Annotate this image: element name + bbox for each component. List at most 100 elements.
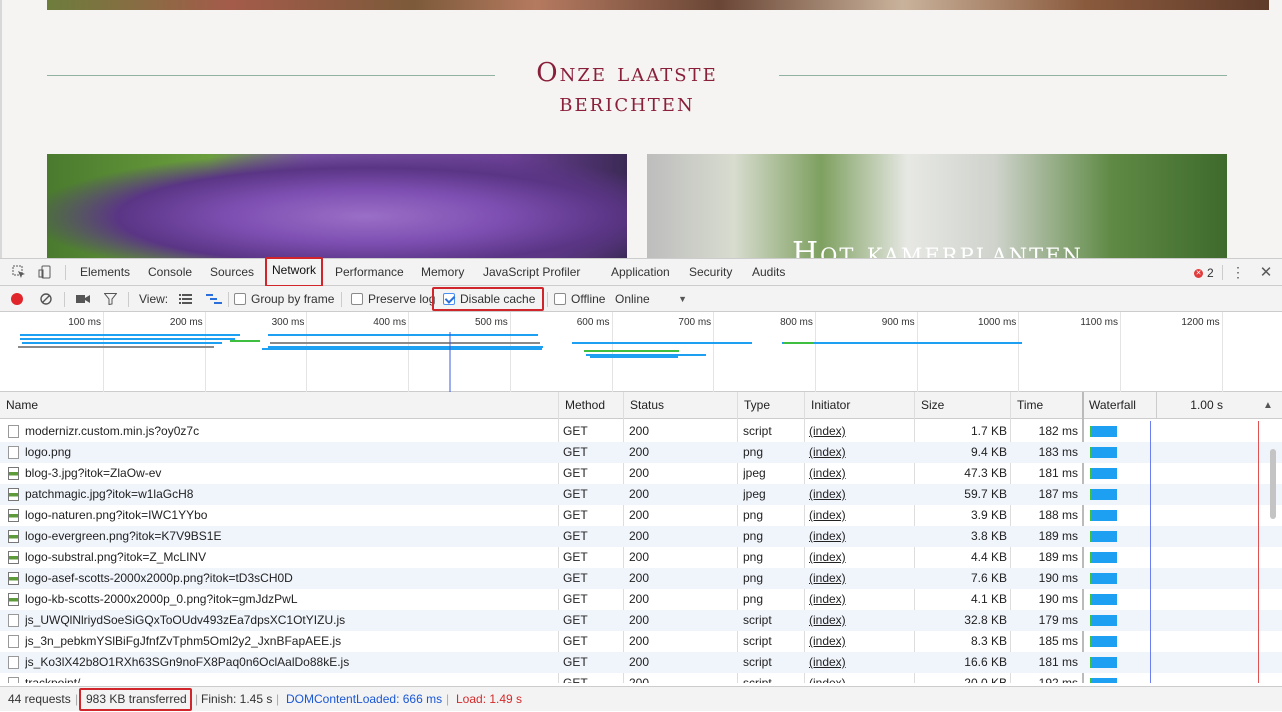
request-method: GET	[563, 676, 588, 683]
request-time: 185 ms	[1038, 634, 1078, 648]
request-initiator[interactable]: (index)	[809, 568, 909, 589]
tab-security[interactable]: Security	[689, 259, 732, 285]
request-initiator[interactable]: (index)	[809, 547, 909, 568]
request-size: 59.7 KB	[964, 487, 1007, 501]
request-row[interactable]: blog-3.jpg?itok=ZlaOw-ev GET 200 jpeg (index…	[0, 463, 1282, 484]
clear-button[interactable]	[40, 286, 52, 312]
request-row[interactable]: js_3n_pebkmYSlBiFgJfnfZvTphm5Oml2y2_JxnB…	[0, 631, 1282, 652]
request-row[interactable]: logo.png GET 200 png (index) 9.4 KB 183 ms	[0, 442, 1282, 463]
request-initiator[interactable]: (index)	[809, 610, 909, 631]
tab-audits[interactable]: Audits	[752, 259, 785, 285]
column-time[interactable]: Time	[1011, 392, 1083, 419]
waterfall-download-bar	[1092, 594, 1117, 605]
offline-checkbox[interactable]: Offline	[554, 286, 605, 312]
request-initiator[interactable]: (index)	[809, 442, 909, 463]
tab-javascript-profiler[interactable]: JavaScript Profiler	[483, 259, 580, 285]
request-type: png	[743, 592, 764, 606]
request-size: 3.8 KB	[970, 529, 1007, 543]
overview-request-bar	[584, 350, 679, 352]
more-options-icon[interactable]: ⋮	[1229, 263, 1247, 281]
column-type[interactable]: Type	[738, 392, 805, 419]
request-row[interactable]: logo-evergreen.png?itok=K7V9BS1E GET 200 pn…	[0, 526, 1282, 547]
tab-elements[interactable]: Elements	[80, 259, 130, 285]
request-initiator[interactable]: (index)	[809, 652, 909, 673]
column-method[interactable]: Method	[559, 392, 624, 419]
request-name: patchmagic.jpg?itok=w1laGcH8	[25, 487, 194, 501]
request-initiator[interactable]: (index)	[809, 484, 909, 505]
sort-up-icon[interactable]: ▲	[1257, 392, 1279, 419]
request-initiator[interactable]: (index)	[809, 421, 909, 442]
tab-memory[interactable]: Memory	[421, 259, 464, 285]
request-status: 200	[629, 676, 650, 683]
overview-button[interactable]	[206, 286, 222, 312]
column-status[interactable]: Status	[624, 392, 738, 419]
overview-request-bar	[230, 340, 260, 342]
devtools-panel: Elements Console Sources Network Perform…	[0, 257, 1282, 711]
column-name[interactable]: Name	[0, 392, 559, 419]
file-icon	[8, 656, 19, 669]
column-initiator[interactable]: Initiator	[805, 392, 915, 419]
request-method: GET	[563, 508, 588, 522]
request-status: 200	[629, 550, 650, 564]
waterfall-download-bar	[1092, 468, 1117, 479]
record-button[interactable]	[11, 286, 23, 312]
toolbar-divider	[228, 292, 229, 307]
file-icon	[8, 446, 19, 459]
request-status: 200	[629, 424, 650, 438]
network-toolbar: View: Group by frame Preserve log Disabl…	[0, 286, 1282, 312]
tab-sources[interactable]: Sources	[210, 259, 254, 285]
request-initiator[interactable]: (index)	[809, 526, 909, 547]
device-toolbar-icon[interactable]	[36, 263, 54, 281]
request-method: GET	[563, 613, 588, 627]
screenshot-button[interactable]	[76, 286, 90, 312]
request-initiator[interactable]: (index)	[809, 631, 909, 652]
view-label: View:	[139, 292, 169, 306]
table-scrollbar[interactable]	[1268, 421, 1278, 683]
preserve-log-checkbox[interactable]: Preserve log	[351, 286, 435, 312]
request-initiator[interactable]: (index)	[809, 673, 909, 683]
request-row[interactable]: modernizr.custom.min.js?oy0z7c GET 200 scri…	[0, 421, 1282, 442]
request-name: trackpoint/	[25, 676, 81, 683]
request-name: js_3n_pebkmYSlBiFgJfnfZvTphm5Oml2y2_JxnB…	[25, 634, 342, 648]
tab-application[interactable]: Application	[611, 259, 670, 285]
checkbox-box	[234, 293, 246, 305]
tabbar-divider	[65, 265, 66, 280]
throttling-select[interactable]: Online ▼	[615, 286, 687, 312]
inspect-element-icon[interactable]	[10, 263, 28, 281]
request-time: 190 ms	[1038, 571, 1078, 585]
request-row[interactable]: trackpoint/GET 200 script (index) 20.0 KB 192…	[0, 673, 1282, 683]
request-row[interactable]: patchmagic.jpg?itok=w1laGcH8 GET 200 jpeg (i…	[0, 484, 1282, 505]
column-size[interactable]: Size	[915, 392, 1011, 419]
request-initiator[interactable]: (index)	[809, 463, 909, 484]
tab-performance[interactable]: Performance	[335, 259, 404, 285]
tab-network[interactable]: Network	[265, 257, 324, 287]
request-size: 9.4 KB	[970, 445, 1007, 459]
request-type: png	[743, 508, 764, 522]
post-image-allium[interactable]	[47, 154, 627, 258]
column-waterfall[interactable]: Waterfall	[1083, 392, 1157, 419]
group-by-frame-checkbox[interactable]: Group by frame	[234, 286, 334, 312]
request-count: 44 requests	[8, 692, 71, 706]
request-row[interactable]: js_Ko3lX42b8O1RXh63SGn9noFX8Paq0n6OclAal…	[0, 652, 1282, 673]
request-name: js_Ko3lX42b8O1RXh63SGn9noFX8Paq0n6OclAal…	[25, 655, 350, 669]
request-row[interactable]: js_UWQlNlriydSoeSiGQxToOUdv493zEa7dpsXC1…	[0, 610, 1282, 631]
error-count-badge[interactable]: ✕ 2	[1194, 266, 1214, 280]
request-row[interactable]: logo-kb-scotts-2000x2000p_0.png?itok=gmJ…	[0, 589, 1282, 610]
filter-button[interactable]	[104, 286, 117, 312]
request-size: 4.4 KB	[970, 550, 1007, 564]
request-initiator[interactable]: (index)	[809, 505, 909, 526]
request-method: GET	[563, 634, 588, 648]
request-row[interactable]: logo-asef-scotts-2000x2000p.png?itok=tD3…	[0, 568, 1282, 589]
request-type: script	[743, 634, 772, 648]
image-icon	[8, 509, 19, 522]
request-name: blog-3.jpg?itok=ZlaOw-ev	[25, 466, 162, 480]
request-row[interactable]: logo-substral.png?itok=Z_McLINV GET 200 png…	[0, 547, 1282, 568]
disable-cache-checkbox[interactable]: Disable cache	[443, 286, 535, 312]
request-row[interactable]: logo-naturen.png?itok=IWC1YYbo GET 200 png (…	[0, 505, 1282, 526]
close-icon[interactable]: ✕	[1257, 263, 1275, 281]
tab-console[interactable]: Console	[148, 259, 192, 285]
request-initiator[interactable]: (index)	[809, 589, 909, 610]
network-overview[interactable]: 100 ms 200 ms 300 ms 400 ms 500 ms 600 ms 700 …	[0, 312, 1282, 392]
scrollbar-thumb[interactable]	[1270, 449, 1276, 519]
large-rows-button[interactable]	[179, 286, 192, 312]
